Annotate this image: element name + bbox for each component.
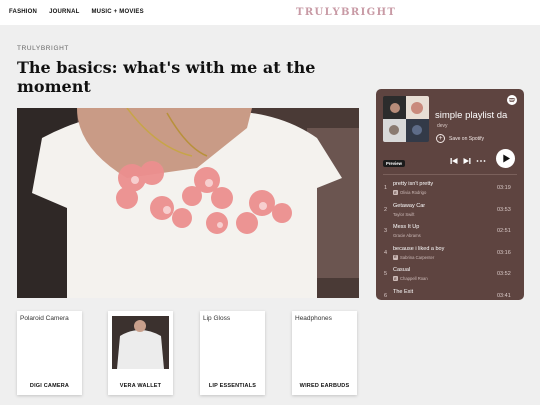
explicit-badge: E <box>393 254 398 260</box>
track-artist[interactable]: Gracie Abrams <box>393 233 421 238</box>
track-number: 1 <box>384 185 388 191</box>
track-row[interactable]: 3 Mess It Up Gracie Abrams 02:51 <box>376 224 524 246</box>
product-name[interactable]: LIP ESSENTIALS <box>200 383 265 389</box>
main-nav: FASHION JOURNAL MUSIC + MOVIES <box>9 9 144 15</box>
nav-item-journal[interactable]: JOURNAL <box>49 9 79 15</box>
preview-badge: Preview <box>383 160 405 167</box>
product-image-alt: Polaroid Camera <box>20 315 69 322</box>
divider <box>383 174 517 175</box>
product-name[interactable]: DIGI CAMERA <box>17 383 82 389</box>
play-button[interactable] <box>496 149 515 168</box>
explicit-badge: E <box>393 190 398 195</box>
site-logo[interactable]: TRULYBRIGHT <box>296 7 396 18</box>
previous-track-icon[interactable] <box>450 157 458 165</box>
track-title: Mess It Up <box>393 224 420 230</box>
track-title: pretty isn't pretty <box>393 181 434 187</box>
product-name[interactable]: WIRED EARBUDS <box>292 383 357 389</box>
track-artist-line: Taylor Swift <box>393 212 414 217</box>
track-artist[interactable]: Taylor Swift <box>393 212 414 217</box>
product-card-vera-wallet[interactable]: VERA WALLET <box>108 311 173 395</box>
track-number: 3 <box>384 228 388 234</box>
track-artist[interactable]: Olivia Rodrigo <box>400 190 426 195</box>
next-track-icon[interactable] <box>463 157 471 165</box>
article-eyebrow: TRULYBRIGHT <box>17 45 69 52</box>
explicit-badge: E <box>393 276 398 281</box>
track-row[interactable]: 6 The Exit 03:41 <box>376 289 524 301</box>
playlist-owner[interactable]: devy <box>437 123 448 129</box>
track-artist-line: E Olivia Rodrigo <box>393 190 426 195</box>
track-artist[interactable]: Sabrina Carpenter <box>400 255 434 260</box>
top-bar: FASHION JOURNAL MUSIC + MOVIES TRULYBRIG… <box>0 0 540 25</box>
spotify-icon[interactable] <box>507 95 517 105</box>
track-duration: 03:19 <box>497 185 511 191</box>
product-card-digi-camera[interactable]: Polaroid Camera DIGI CAMERA <box>17 311 82 395</box>
playlist-cover <box>383 96 429 142</box>
track-row[interactable]: 4 because i liked a boy E Sabrina Carpen… <box>376 246 524 268</box>
nav-item-fashion[interactable]: FASHION <box>9 9 37 15</box>
track-artist-line: Gracie Abrams <box>393 233 421 238</box>
track-artist-line: E Sabrina Carpenter <box>393 254 434 260</box>
nav-item-music-movies[interactable]: MUSIC + MOVIES <box>91 9 143 15</box>
track-number: 2 <box>384 206 388 213</box>
track-artist[interactable]: Chappell Roan <box>400 276 428 281</box>
track-duration: 03:16 <box>497 249 511 256</box>
product-image-alt: Headphones <box>295 315 332 322</box>
save-on-spotify-button[interactable]: + Save on Spotify <box>436 134 484 143</box>
plus-icon: + <box>436 134 445 143</box>
track-artist-line: E Chappell Roan <box>393 276 428 281</box>
track-title: because i liked a boy <box>393 245 445 252</box>
track-title: Casual <box>393 267 411 273</box>
track-duration: 02:51 <box>497 228 511 234</box>
track-number: 5 <box>384 271 388 277</box>
track-row[interactable]: 1 pretty isn't pretty E Olivia Rodrigo 0… <box>376 181 524 203</box>
track-row[interactable]: 5 Casual E Chappell Roan 03:52 <box>376 267 524 289</box>
product-image-alt: Lip Gloss <box>203 315 231 322</box>
playlist-title[interactable]: simple playlist da <box>435 110 521 121</box>
product-card-lip-essentials[interactable]: Lip Gloss LIP ESSENTIALS <box>200 311 265 395</box>
track-number: 6 <box>384 292 388 299</box>
track-number: 4 <box>384 249 388 256</box>
save-label: Save on Spotify <box>449 135 485 142</box>
track-duration: 03:41 <box>497 292 511 299</box>
product-card-wired-earbuds[interactable]: Headphones WIRED EARBUDS <box>292 311 357 395</box>
product-image <box>112 316 169 369</box>
track-row[interactable]: 2 Getaway Car Taylor Swift 03:53 <box>376 203 524 225</box>
hero-image <box>17 108 359 298</box>
track-list: 1 pretty isn't pretty E Olivia Rodrigo 0… <box>376 181 524 300</box>
track-title: The Exit <box>393 288 414 295</box>
track-duration: 03:53 <box>497 206 511 213</box>
product-name[interactable]: VERA WALLET <box>108 383 173 389</box>
spotify-player: simple playlist da devy + Save on Spotif… <box>376 89 524 300</box>
track-duration: 03:52 <box>497 271 511 277</box>
track-title: Getaway Car <box>393 202 426 209</box>
playback-controls <box>450 157 486 165</box>
more-options-icon[interactable] <box>476 159 486 163</box>
page-title: The basics: what's with me at the moment <box>17 58 316 96</box>
